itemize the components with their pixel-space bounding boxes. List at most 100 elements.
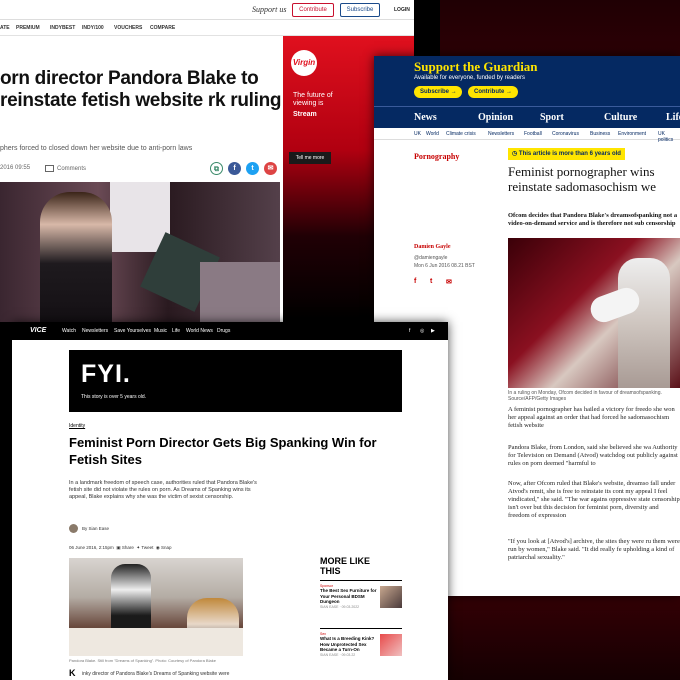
comments-link[interactable]: Comments: [45, 165, 86, 172]
more-title: What Is a Breeding Kink? How Unprotected…: [320, 636, 375, 652]
subnav-newsletters[interactable]: Newsletters: [488, 131, 514, 137]
drop-cap: K: [69, 668, 76, 678]
more-like-this-heading: MORE LIKE THIS: [320, 556, 371, 576]
vice-nav-bar: VICE Watch Newsletters Save Yourselves M…: [12, 322, 448, 340]
instagram-icon[interactable]: ◎: [420, 328, 424, 334]
nav-watch[interactable]: Watch: [62, 328, 76, 334]
article-headline: orn director Pandora Blake to reinstate …: [0, 68, 282, 111]
article-date: Mon 6 Jun 2016 08.21 BST: [414, 263, 475, 269]
snap-button[interactable]: ◉ Snap: [156, 545, 172, 550]
fyi-title: FYI.: [81, 360, 131, 388]
guardian-contribute-button[interactable]: Contribute →: [468, 86, 518, 98]
article-photo: [0, 182, 280, 322]
byline[interactable]: By Sian Ease: [82, 526, 109, 531]
pillar-sport[interactable]: Sport: [540, 112, 564, 123]
nav-item-indybest[interactable]: INDYBEST: [50, 25, 75, 31]
more-meta: SIAN EASE · 09.03.22: [320, 652, 356, 657]
nav-world-news[interactable]: World News: [186, 328, 213, 334]
nav-item-compare[interactable]: COMPARE: [150, 25, 175, 31]
contribute-button[interactable]: Contribute: [292, 3, 334, 17]
support-us-text: Support us: [252, 5, 287, 14]
author-name[interactable]: Damien Gayle: [414, 244, 451, 250]
pillar-life[interactable]: Life: [666, 112, 680, 123]
facebook-icon[interactable]: f: [414, 278, 416, 285]
guardian-pillars-nav: News Opinion Sport Culture Life: [374, 106, 680, 128]
ad-stream: Stream: [293, 111, 317, 118]
paragraph: A feminist pornographer has hailed a vic…: [508, 406, 675, 429]
vice-logo[interactable]: VICE: [30, 327, 46, 334]
more-thumbnail[interactable]: [380, 634, 402, 656]
pillar-news[interactable]: News: [414, 112, 437, 123]
share-button[interactable]: ▣ Share: [116, 545, 134, 550]
more-meta: SIAN EASE · 09.03.2022: [320, 604, 360, 609]
pillar-opinion[interactable]: Opinion: [478, 112, 513, 123]
nav-item-premium[interactable]: PREMIUM: [16, 25, 40, 31]
nav-drugs[interactable]: Drugs: [217, 328, 230, 334]
subnav-uk-politics[interactable]: UK politics: [658, 131, 680, 143]
article-standfirst: phers forced to closed down her website …: [0, 145, 193, 152]
nav-item-vouchers[interactable]: VOUCHERS: [114, 25, 142, 31]
photo-sofa: [200, 262, 280, 322]
support-the-guardian-title: Support the Guardian: [414, 59, 538, 74]
clock-icon: ◷: [512, 151, 519, 157]
independent-nav: ATE PREMIUM INDYBEST INDY/100 VOUCHERS C…: [0, 20, 414, 36]
photo-figure: [618, 258, 670, 388]
guardian-subnav: UK World Climate crisis Newsletters Foot…: [374, 128, 680, 143]
arrow-right-icon: →: [506, 89, 512, 95]
funded-by-readers-text: Available for everyone, funded by reader…: [414, 75, 525, 81]
more-title: The Best Sex Furniture for Your Personal…: [320, 588, 377, 604]
fyi-age-notice: This story is over 5 years old.: [81, 394, 147, 400]
login-link[interactable]: LOGIN: [394, 7, 410, 13]
youtube-icon[interactable]: ▶: [431, 328, 435, 334]
facebook-icon[interactable]: f: [228, 162, 241, 175]
share-label: Share: [121, 545, 134, 550]
subnav-business[interactable]: Business: [590, 131, 610, 137]
facebook-icon[interactable]: f: [409, 328, 410, 334]
guardian-standfirst: Ofcom decides that Pandora Blake's dream…: [508, 212, 678, 227]
guardian-subscribe-button[interactable]: Subscribe →: [414, 86, 462, 98]
pillar-culture[interactable]: Culture: [604, 112, 637, 123]
category-tag[interactable]: Identity: [69, 423, 85, 429]
email-icon[interactable]: ✉: [446, 278, 452, 286]
subscribe-label: Subscribe: [420, 89, 450, 95]
subnav-climate[interactable]: Climate crisis: [446, 131, 476, 137]
contribute-label: Contribute: [474, 89, 505, 95]
divider: [320, 580, 402, 581]
independent-article-screenshot: Support us Contribute Subscribe LOGIN AT…: [0, 0, 414, 322]
ad-tell-me-more-button[interactable]: Tell me more: [289, 152, 331, 164]
paragraph: Pandora Blake, from London, said she bel…: [508, 444, 678, 467]
nav-item-indy100[interactable]: INDY/100: [82, 25, 104, 31]
arrow-right-icon: →: [450, 89, 457, 95]
twitter-icon[interactable]: t: [430, 278, 432, 285]
subnav-coronavirus[interactable]: Coronavirus: [552, 131, 579, 137]
guardian-headline: Feminist pornographer wins reinstate sad…: [508, 164, 657, 194]
email-icon[interactable]: ✉: [264, 162, 277, 175]
author-twitter-handle[interactable]: @damiengayle: [414, 255, 447, 261]
twitter-icon[interactable]: t: [246, 162, 259, 175]
nav-save-yourselves[interactable]: Save Yourselves: [114, 328, 151, 334]
vice-dek: In a landmark freedom of speech case, au…: [69, 480, 257, 500]
more-like-this-item[interactable]: Sponsor The Best Sex Furniture for Your …: [320, 584, 380, 609]
copy-link-icon[interactable]: ⧉: [210, 162, 223, 175]
author-avatar: [69, 524, 78, 533]
photo-bed: [69, 628, 243, 656]
tweet-button[interactable]: ✦ Tweet: [136, 545, 153, 550]
subnav-uk[interactable]: UK: [414, 131, 421, 137]
vice-article-screenshot: VICE Watch Newsletters Save Yourselves M…: [12, 322, 448, 680]
subscribe-button[interactable]: Subscribe: [340, 3, 380, 17]
fyi-banner: FYI. This story is over 5 years old.: [69, 350, 402, 412]
nav-music[interactable]: Music: [154, 328, 167, 334]
subnav-football[interactable]: Football: [524, 131, 542, 137]
notice-text: This article is more than 6 years old: [518, 151, 621, 157]
ad-tagline: The future of viewing is: [293, 92, 333, 107]
nav-item[interactable]: ATE: [0, 25, 10, 31]
more-thumbnail[interactable]: [380, 586, 402, 608]
divider: [320, 628, 402, 629]
subnav-world[interactable]: World: [426, 131, 439, 137]
nav-life[interactable]: Life: [172, 328, 180, 334]
subnav-environment[interactable]: Environment: [618, 131, 646, 137]
tweet-label: Tweet: [141, 545, 154, 550]
nav-newsletters[interactable]: Newsletters: [82, 328, 108, 334]
more-like-this-item[interactable]: Sex What Is a Breeding Kink? How Unprote…: [320, 632, 380, 657]
section-label[interactable]: Pornography: [414, 152, 459, 161]
